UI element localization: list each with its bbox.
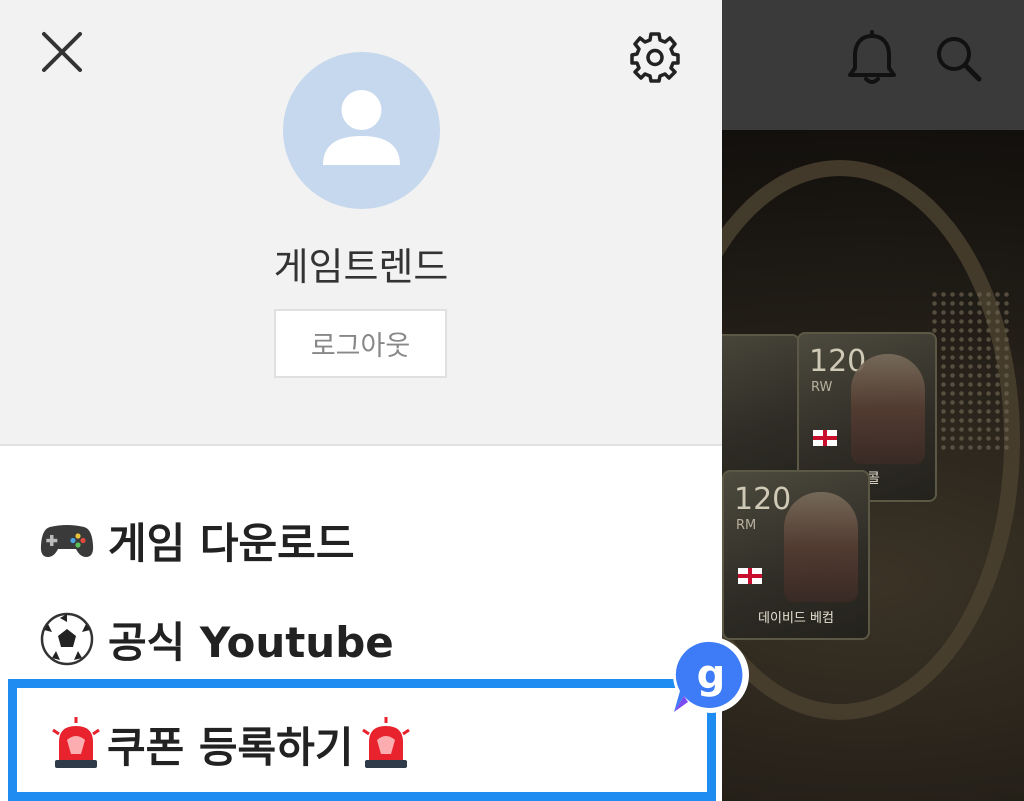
menu-item-label: 쿠폰 등록하기 xyxy=(107,722,354,772)
soccer-ball-icon xyxy=(40,612,94,666)
england-flag-icon xyxy=(813,430,837,446)
close-button[interactable] xyxy=(34,24,90,80)
player-card-position: RW xyxy=(811,380,833,395)
logout-button[interactable]: 로그아웃 xyxy=(274,309,447,378)
bell-icon[interactable] xyxy=(844,30,900,86)
game-controller-icon xyxy=(40,525,94,557)
profile-section: 게임트렌드 로그아웃 xyxy=(0,0,722,446)
menu-item-coupon-content[interactable]: 쿠폰 등록하기 xyxy=(51,709,411,779)
menu-item-official-youtube[interactable]: 공식 Youtube xyxy=(38,604,394,674)
gear-icon xyxy=(630,32,680,83)
menu-item-coupon-register[interactable]: 쿠폰 등록하기 xyxy=(8,679,716,801)
player-card-name: 데이비드 베컴 xyxy=(758,611,834,626)
badge-letter: g xyxy=(697,652,726,698)
avatar[interactable] xyxy=(283,52,440,209)
menu-item-label: 게임 다운로드 xyxy=(108,518,355,568)
side-drawer: 게임트렌드 로그아웃 게임 다운로드 공식 Youtube 쿠폰 등록하기 xyxy=(0,0,722,801)
player-card-position: RM xyxy=(736,518,757,533)
g-logo-badge: g xyxy=(673,637,749,713)
player-figure xyxy=(784,492,858,602)
player-card: 120 RM 데이비드 베컴 xyxy=(722,470,870,640)
england-flag-icon xyxy=(738,568,762,584)
search-icon[interactable] xyxy=(930,30,986,86)
settings-button[interactable] xyxy=(626,28,684,86)
profile-name: 게임트렌드 xyxy=(273,245,449,289)
close-icon xyxy=(42,32,82,72)
halftone-pattern xyxy=(930,290,1010,450)
player-figure xyxy=(851,354,925,464)
menu-item-label: 공식 Youtube xyxy=(108,617,394,667)
siren-icon xyxy=(52,717,100,768)
player-card-rating: 120 xyxy=(734,482,792,517)
siren-icon xyxy=(362,717,411,768)
menu-item-game-download[interactable]: 게임 다운로드 xyxy=(38,505,354,575)
person-icon xyxy=(323,90,400,165)
